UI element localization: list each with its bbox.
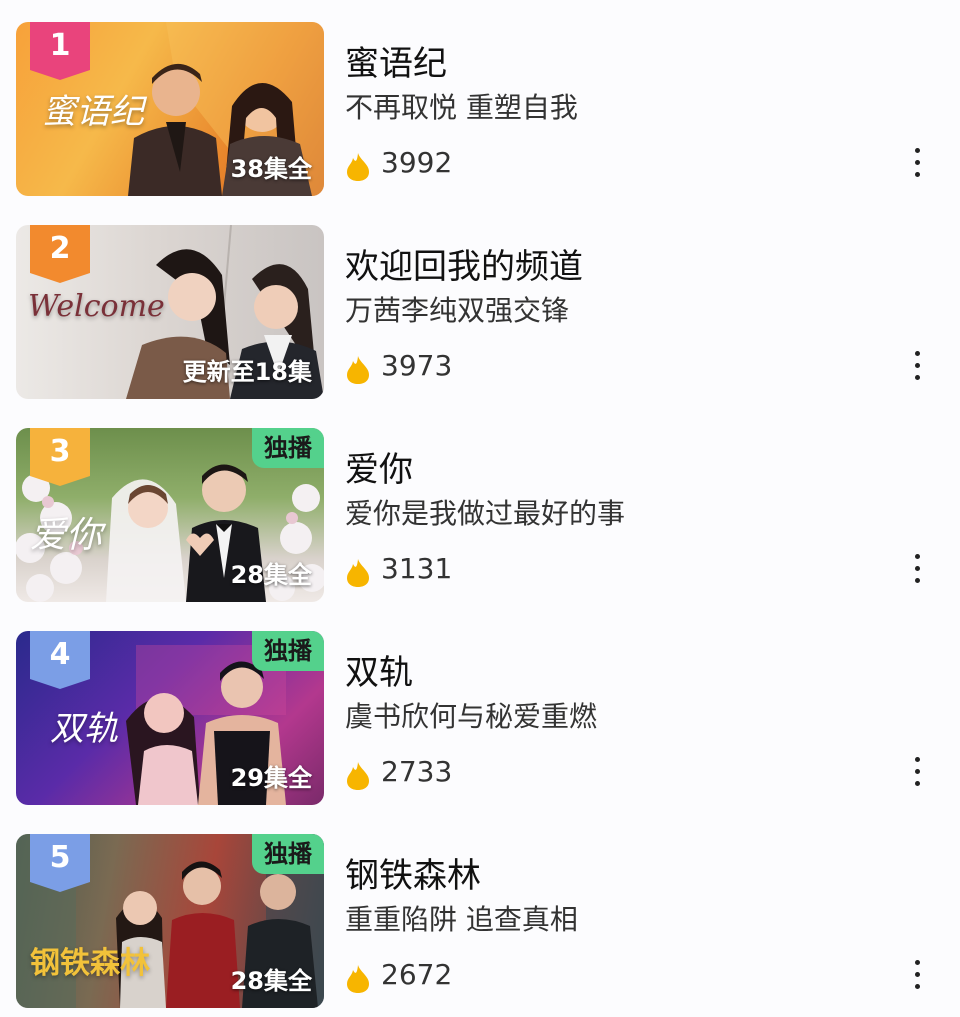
poster-logo: 爱你 [30, 515, 103, 556]
flame-icon [347, 965, 369, 993]
more-options-button[interactable] [900, 954, 934, 994]
list-item[interactable]: 爱你 3 独播 28集全 爱你 爱你是我做过最好的事 3131 [0, 428, 960, 604]
drama-title[interactable]: 双轨 [345, 645, 413, 694]
list-item[interactable]: 钢铁森林 5 独播 28集全 钢铁森林 重重陷阱 追查真相 2672 [0, 834, 960, 1010]
heat-value: 3973 [381, 349, 453, 382]
rank-number: 4 [49, 637, 71, 672]
rank-number: 5 [49, 840, 71, 875]
flame-icon [347, 559, 369, 587]
rank-number: 1 [49, 28, 71, 63]
more-options-button[interactable] [900, 751, 934, 791]
episode-count: 38集全 [230, 155, 312, 183]
heat-value: 3992 [381, 146, 453, 179]
poster-logo: 钢铁森林 [30, 946, 150, 981]
rank-badge: 1 [30, 22, 90, 80]
heat-value: 2672 [381, 958, 453, 991]
episode-count: 29集全 [230, 764, 312, 792]
list-item[interactable]: 蜜语纪 1 38集全 蜜语纪 不再取悦 重塑自我 3992 [0, 22, 960, 198]
episode-count: 28集全 [230, 561, 312, 589]
more-vertical-icon [914, 756, 920, 762]
more-vertical-icon [914, 147, 920, 153]
more-options-button[interactable] [900, 345, 934, 385]
drama-subtitle: 爱你是我做过最好的事 [345, 497, 626, 530]
more-vertical-icon [914, 959, 920, 965]
poster-logo: 蜜语纪 [42, 92, 144, 132]
more-vertical-icon [914, 350, 920, 356]
flame-icon [347, 762, 369, 790]
exclusive-badge: 独播 [252, 631, 324, 671]
rank-badge: 4 [30, 631, 90, 689]
drama-title[interactable]: 蜜语纪 [345, 36, 447, 85]
more-options-button[interactable] [900, 142, 934, 182]
rank-number: 3 [49, 434, 71, 469]
more-options-button[interactable] [900, 548, 934, 588]
drama-title[interactable]: 钢铁森林 [345, 848, 481, 897]
exclusive-badge: 独播 [252, 428, 324, 468]
episode-count: 更新至18集 [182, 358, 312, 386]
poster-thumbnail[interactable]: 蜜语纪 1 38集全 [16, 22, 324, 196]
flame-icon [347, 356, 369, 384]
flame-icon [347, 153, 369, 181]
poster-thumbnail[interactable]: 爱你 3 独播 28集全 [16, 428, 324, 602]
poster-thumbnail[interactable]: Welcome 2 更新至18集 [16, 225, 324, 399]
rank-badge: 5 [30, 834, 90, 892]
list-item[interactable]: Welcome 2 更新至18集 欢迎回我的频道 万茜李纯双强交锋 3973 [0, 225, 960, 401]
drama-title[interactable]: 爱你 [345, 442, 413, 491]
rank-number: 2 [49, 231, 71, 266]
list-item[interactable]: 双轨 4 独播 29集全 双轨 虞书欣何与秘爱重燃 2733 [0, 631, 960, 807]
drama-subtitle: 万茜李纯双强交锋 [345, 294, 570, 327]
rank-badge: 3 [30, 428, 90, 486]
ranking-list: 蜜语纪 1 38集全 蜜语纪 不再取悦 重塑自我 3992 Welcome 2 … [0, 0, 960, 1017]
drama-title[interactable]: 欢迎回我的频道 [345, 239, 583, 288]
more-vertical-icon [914, 553, 920, 559]
drama-subtitle: 重重陷阱 追查真相 [345, 903, 578, 936]
episode-count: 28集全 [230, 967, 312, 995]
rank-badge: 2 [30, 225, 90, 283]
drama-subtitle: 不再取悦 重塑自我 [345, 91, 578, 124]
poster-logo: Welcome [28, 289, 165, 324]
heat-value: 3131 [381, 552, 453, 585]
exclusive-badge: 独播 [252, 834, 324, 874]
poster-thumbnail[interactable]: 钢铁森林 5 独播 28集全 [16, 834, 324, 1008]
poster-thumbnail[interactable]: 双轨 4 独播 29集全 [16, 631, 324, 805]
heat-value: 2733 [381, 755, 453, 788]
poster-logo: 双轨 [50, 709, 118, 749]
drama-subtitle: 虞书欣何与秘爱重燃 [345, 700, 598, 733]
